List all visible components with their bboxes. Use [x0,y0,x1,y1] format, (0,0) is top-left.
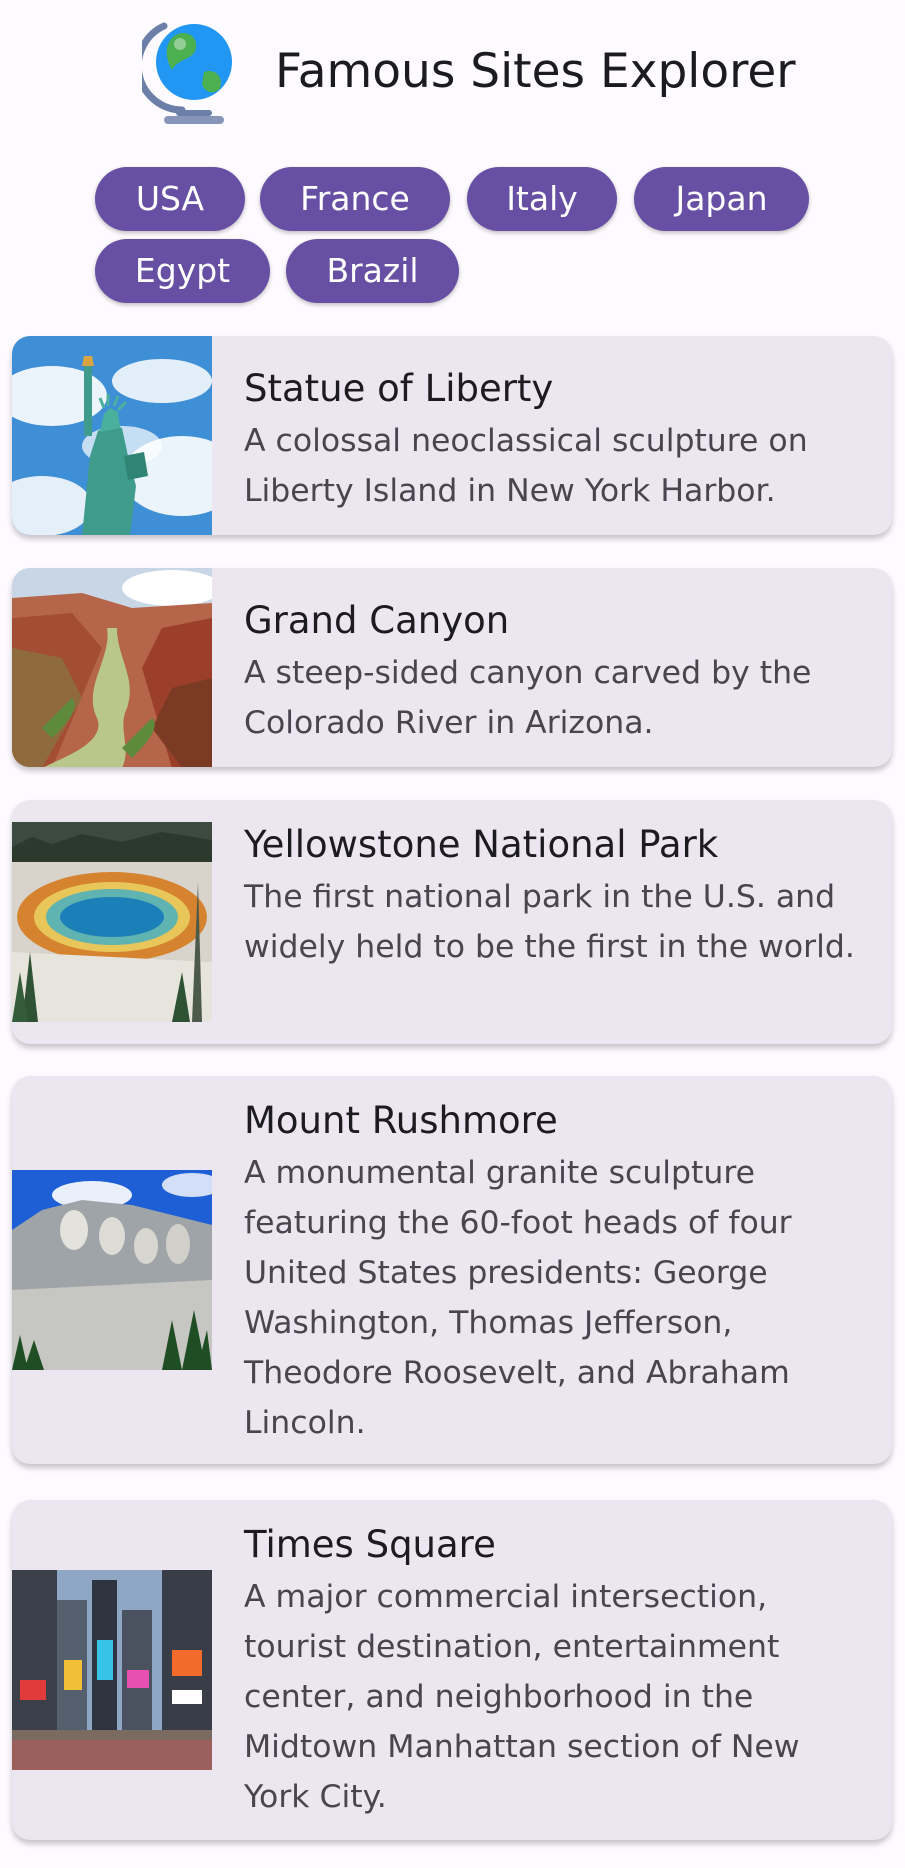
site-image [12,336,212,535]
statue-of-liberty-photo [12,336,212,535]
site-name: Grand Canyon [244,599,510,642]
country-chip-japan[interactable]: Japan [634,167,809,231]
site-name: Yellowstone National Park [244,823,719,866]
country-chip-france[interactable]: France [260,167,450,231]
site-image [12,568,212,767]
country-chip-egypt[interactable]: Egypt [95,239,270,303]
site-card[interactable]: Grand Canyon A steep-sided canyon carved… [12,568,892,767]
site-name: Statue of Liberty [244,367,554,410]
grand-canyon-photo [12,568,212,767]
site-description: A colossal neoclassical sculpture on Lib… [244,423,808,509]
site-description: A steep-sided canyon carved by the Color… [244,655,812,741]
site-name: Times Square [244,1523,496,1566]
site-description: A major commercial intersection, tourist… [244,1579,800,1815]
times-square-photo [12,1570,212,1770]
site-card[interactable]: Mount Rushmore A monumental granite scul… [12,1076,892,1464]
page-title: Famous Sites Explorer [275,44,796,99]
site-image [12,1170,212,1370]
mount-rushmore-photo [12,1170,212,1370]
country-chip-usa[interactable]: USA [95,167,245,231]
site-card[interactable]: Times Square A major commercial intersec… [12,1500,892,1840]
country-chip-brazil[interactable]: Brazil [286,239,459,303]
site-description: The first national park in the U.S. and … [244,879,855,965]
app-header: Famous Sites Explorer [0,0,905,140]
globe-icon [142,22,232,124]
site-image [12,1570,212,1770]
country-chip-italy[interactable]: Italy [467,167,617,231]
site-image [12,822,212,1022]
site-card[interactable]: Statue of Liberty A colossal neoclassica… [12,336,892,535]
site-card[interactable]: Yellowstone National Park The first nati… [12,800,892,1044]
site-description: A monumental granite sculpture featuring… [244,1155,792,1441]
yellowstone-photo [12,822,212,1022]
site-name: Mount Rushmore [244,1099,558,1142]
